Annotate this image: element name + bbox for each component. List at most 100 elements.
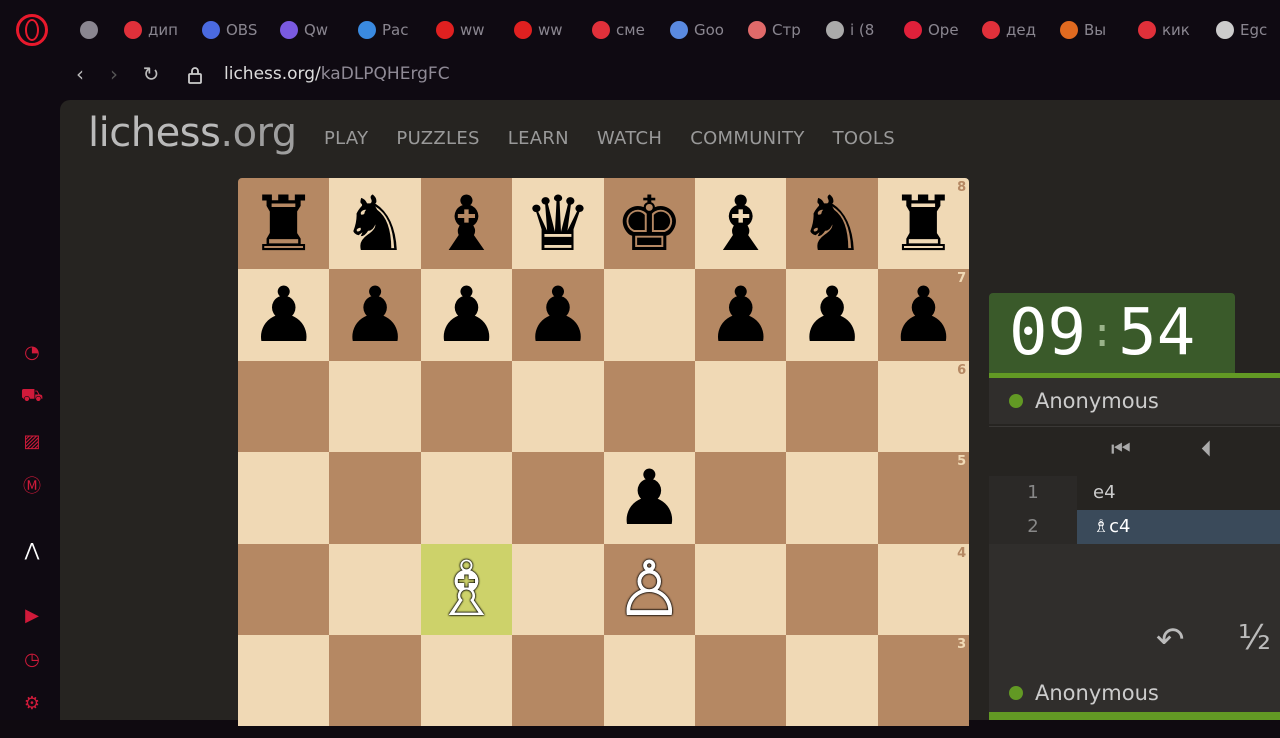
square-a3[interactable]: [238, 635, 330, 727]
site-logo[interactable]: lichess.org: [88, 110, 297, 156]
nav-community[interactable]: COMMUNITY: [690, 128, 804, 149]
square-f6[interactable]: [695, 360, 787, 453]
square-e8[interactable]: ♚: [603, 178, 695, 270]
black-piece-e8[interactable]: ♚: [615, 185, 683, 262]
square-g8[interactable]: ♞: [786, 178, 878, 270]
square-f5[interactable]: [695, 452, 787, 544]
black-piece-a8[interactable]: ♜: [250, 185, 318, 262]
square-h5[interactable]: 5: [877, 452, 969, 544]
browser-tab[interactable]: Goo: [660, 18, 738, 42]
black-piece-g7[interactable]: ♟: [798, 277, 866, 353]
browser-tab[interactable]: Стр: [738, 18, 816, 42]
square-h7[interactable]: 7 ♟: [877, 269, 969, 361]
history-icon[interactable]: ◷: [20, 647, 44, 671]
square-b3[interactable]: [329, 635, 421, 727]
gx-icon[interactable]: ▨: [20, 429, 44, 453]
black-piece-g8[interactable]: ♞: [798, 185, 866, 262]
square-a6[interactable]: [238, 360, 330, 453]
takeback-button[interactable]: ↶: [1156, 620, 1185, 660]
square-g5[interactable]: [786, 452, 878, 544]
square-b4[interactable]: [329, 543, 421, 635]
square-a8[interactable]: ♜: [238, 178, 330, 270]
square-b6[interactable]: [329, 360, 421, 453]
square-d3[interactable]: [512, 635, 604, 727]
player-top[interactable]: Anonymous: [989, 378, 1280, 424]
nav-learn[interactable]: LEARN: [508, 128, 569, 149]
square-b8[interactable]: ♞: [329, 178, 421, 270]
url-field[interactable]: lichess.org/kaDLPQHErgFC: [224, 64, 450, 84]
browser-tab[interactable]: OBS: [192, 18, 270, 42]
black-piece-d7[interactable]: ♟: [524, 277, 592, 353]
black-piece-b8[interactable]: ♞: [341, 185, 409, 262]
black-piece-e5[interactable]: ♟: [615, 459, 683, 536]
black-piece-c8[interactable]: ♝: [432, 185, 500, 262]
square-c7[interactable]: ♟: [420, 269, 513, 361]
square-e3[interactable]: [603, 635, 695, 727]
square-d7[interactable]: ♟: [512, 269, 604, 361]
browser-tab[interactable]: ww: [426, 18, 504, 42]
square-b5[interactable]: [329, 452, 421, 544]
square-h8[interactable]: 8 ♜: [877, 178, 969, 270]
black-piece-f7[interactable]: ♟: [707, 277, 775, 353]
browser-tab[interactable]: Qw: [270, 18, 348, 42]
black-piece-h8[interactable]: ♜: [889, 185, 957, 262]
black-piece-b7[interactable]: ♟: [341, 277, 409, 353]
move-san[interactable]: ♗c4: [1077, 510, 1280, 544]
aria-icon[interactable]: ⋀: [20, 538, 44, 562]
forward-icon[interactable]: ›: [100, 60, 128, 88]
square-g3[interactable]: [786, 635, 878, 727]
square-g7[interactable]: ♟: [786, 269, 878, 361]
square-e7[interactable]: [603, 269, 695, 361]
chess-board[interactable]: ♜ ♞ ♝ ♛ ♚ ♝ ♞ 8 ♜ ♟ ♟ ♟ ♟ ♟ ♟ 7 ♟ 6 ♟ 5 ♗ ♙ 4 3: [238, 178, 969, 738]
square-e4[interactable]: ♙: [603, 543, 695, 635]
square-f4[interactable]: [695, 543, 787, 635]
messenger-icon[interactable]: Ⓜ: [20, 473, 44, 497]
browser-tab[interactable]: Ope: [894, 18, 972, 42]
shopping-icon[interactable]: ⛟: [20, 385, 44, 409]
white-piece-e4[interactable]: ♙: [615, 551, 683, 627]
player-icon[interactable]: ▶: [20, 603, 44, 627]
black-piece-h7[interactable]: ♟: [889, 277, 957, 353]
square-c8[interactable]: ♝: [420, 178, 513, 270]
nav-puzzles[interactable]: PUZZLES: [396, 128, 479, 149]
square-h3[interactable]: 3: [877, 635, 969, 727]
square-a5[interactable]: [238, 452, 330, 544]
browser-tab[interactable]: Рас: [348, 18, 426, 42]
square-d4[interactable]: [512, 543, 604, 635]
speed-dial-icon[interactable]: ◔: [20, 340, 44, 364]
browser-tab[interactable]: ww: [504, 18, 582, 42]
square-d5[interactable]: [512, 452, 604, 544]
browser-tab[interactable]: сме: [582, 18, 660, 42]
nav-tools[interactable]: TOOLS: [833, 128, 895, 149]
reload-icon[interactable]: ↻: [137, 60, 165, 88]
square-a4[interactable]: [238, 543, 330, 635]
opera-logo-icon[interactable]: [16, 14, 48, 46]
nav-watch[interactable]: WATCH: [597, 128, 662, 149]
square-h4[interactable]: 4: [877, 543, 969, 635]
square-c6[interactable]: [420, 360, 513, 453]
nav-play[interactable]: PLAY: [324, 128, 368, 149]
square-f8[interactable]: ♝: [695, 178, 787, 270]
browser-tab[interactable]: Egc: [1206, 18, 1280, 42]
square-g6[interactable]: [786, 360, 878, 453]
black-piece-a7[interactable]: ♟: [250, 277, 318, 353]
square-g4[interactable]: [786, 543, 878, 635]
first-move-icon[interactable]: ⏮: [1111, 437, 1131, 462]
player-bottom[interactable]: Anonymous: [989, 670, 1280, 716]
square-c3[interactable]: [420, 635, 513, 727]
browser-tab[interactable]: i (8: [816, 18, 894, 42]
square-a7[interactable]: ♟: [238, 269, 330, 361]
offer-draw-button[interactable]: ½: [1238, 618, 1271, 658]
square-c5[interactable]: [420, 452, 513, 544]
browser-tab[interactable]: дип: [114, 18, 192, 42]
square-f3[interactable]: [695, 635, 787, 727]
black-piece-c7[interactable]: ♟: [432, 277, 500, 353]
square-d8[interactable]: ♛: [512, 178, 604, 270]
browser-tab[interactable]: кик: [1128, 18, 1206, 42]
white-piece-c4[interactable]: ♗: [432, 551, 500, 627]
square-h6[interactable]: 6: [877, 360, 969, 453]
settings-icon[interactable]: ⚙: [20, 691, 44, 715]
black-piece-d8[interactable]: ♛: [524, 185, 592, 262]
browser-tab[interactable]: [70, 18, 114, 42]
square-b7[interactable]: ♟: [329, 269, 421, 361]
